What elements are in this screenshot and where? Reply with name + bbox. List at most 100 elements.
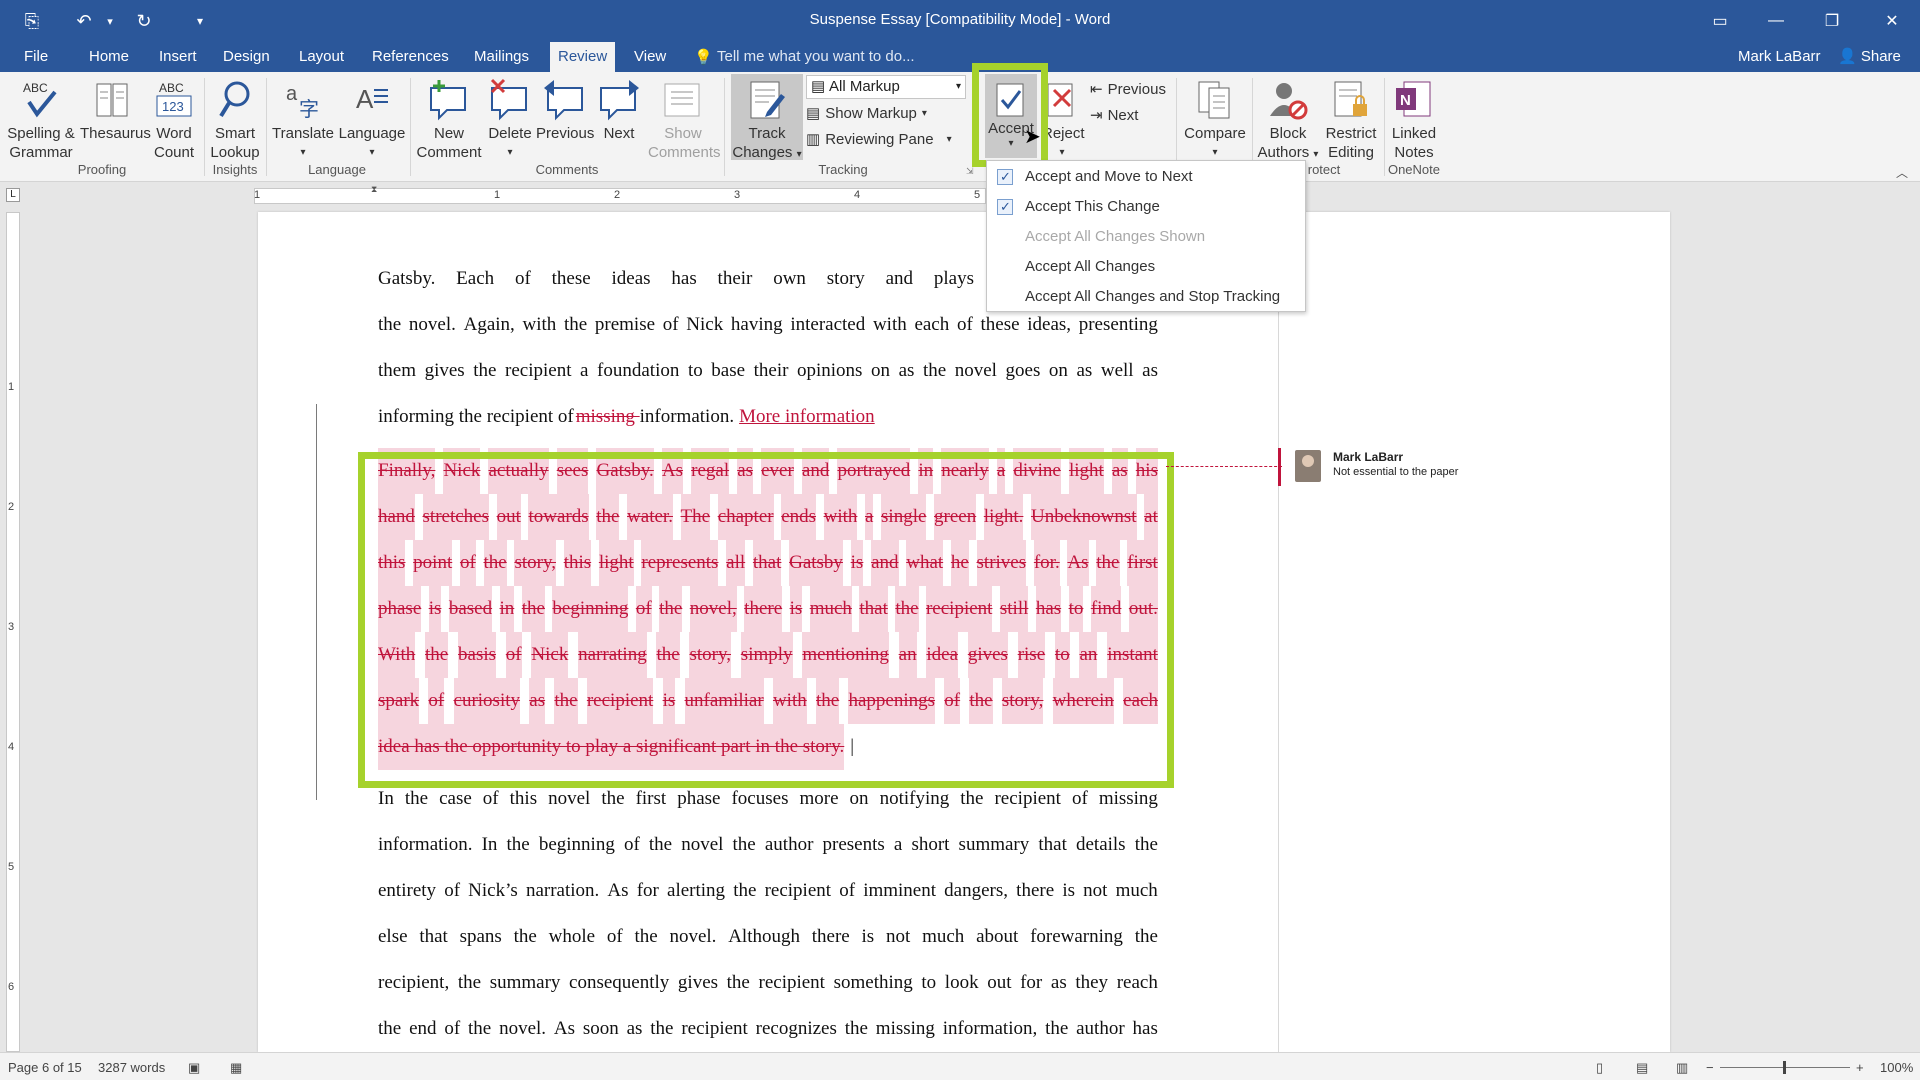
word: with	[872, 314, 907, 335]
word-count-label-2: Count	[153, 144, 195, 161]
proofing-status-icon[interactable]: ▣	[188, 1060, 200, 1076]
word: something	[833, 972, 913, 993]
menu-item-accept-all-and-stop-tracking[interactable]: Accept All Changes and Stop Tracking	[987, 282, 1305, 312]
close-button[interactable]: ✕	[1864, 0, 1920, 42]
tab-selector-icon[interactable]: L	[6, 188, 20, 202]
language-button[interactable]: A Language ▾	[338, 76, 406, 162]
thesaurus-button[interactable]: Thesaurus	[80, 76, 151, 143]
delete-dropdown-icon: ▾	[507, 147, 513, 158]
word: on	[1048, 360, 1068, 381]
tracking-dialog-launcher-icon[interactable]: ⇲	[966, 166, 974, 177]
tab-home[interactable]: Home	[81, 42, 137, 72]
reviewing-pane-button[interactable]: ▥ Reviewing Pane ▾	[806, 128, 952, 152]
horizontal-ruler[interactable]: L 1 1 2 3 4 5 ⧗	[0, 182, 1920, 210]
group-separator	[410, 78, 411, 176]
comment-author: Mark LaBarr	[1333, 450, 1404, 464]
page-count[interactable]: Page 6 of 15	[8, 1060, 82, 1075]
word-count-button[interactable]: ABC 123 Word Count	[148, 76, 200, 162]
word: of	[444, 1018, 461, 1039]
zoom-slider-thumb[interactable]	[1783, 1061, 1786, 1074]
show-markup-icon: ▤	[806, 105, 821, 122]
tab-design[interactable]: Design	[215, 42, 278, 72]
indent-marker-icon[interactable]: ⧗	[371, 184, 377, 195]
track-changes-button[interactable]: Track Changes ▾	[731, 76, 803, 164]
share-person-icon: 👤	[1838, 48, 1857, 65]
compare-label: Compare	[1184, 125, 1246, 142]
show-markup-button[interactable]: ▤ Show Markup ▾	[806, 102, 927, 126]
comment-balloon[interactable]: Mark LaBarr Not essential to the paper	[1278, 448, 1508, 486]
word: as	[1076, 360, 1093, 381]
menu-item-accept-all-changes[interactable]: Accept All Changes	[987, 252, 1305, 282]
word: on	[871, 360, 891, 381]
word: Nick	[686, 314, 724, 335]
compare-button[interactable]: Compare ▾	[1182, 76, 1248, 162]
tab-file[interactable]: File	[16, 42, 56, 72]
minimize-button[interactable]: —	[1748, 0, 1804, 42]
tab-layout[interactable]: Layout	[291, 42, 352, 72]
tab-view[interactable]: View	[626, 42, 674, 72]
word: the	[378, 1018, 402, 1039]
reject-button[interactable]: Reject ▾	[1042, 76, 1085, 162]
show-comments-button[interactable]: Show Comments	[648, 76, 721, 162]
word: a	[580, 360, 589, 381]
block-authors-icon	[1256, 76, 1320, 124]
tab-insert[interactable]: Insert	[151, 42, 205, 72]
word: for	[1020, 972, 1043, 993]
collapse-ribbon-icon[interactable]: ︿	[1896, 164, 1908, 181]
comment-connector	[1166, 466, 1282, 467]
word: end	[409, 1018, 437, 1039]
word: premise	[594, 314, 656, 335]
previous-comment-button[interactable]: Previous	[536, 76, 594, 143]
zoom-out-icon[interactable]: −	[1706, 1060, 1714, 1075]
share-button[interactable]: 👤 Share	[1830, 42, 1909, 72]
menu-item-accept-this-change[interactable]: Accept This Change	[987, 192, 1305, 222]
restore-button[interactable]: ❐	[1804, 0, 1860, 42]
markup-display-select[interactable]: ▤ All Markup ▾	[806, 75, 966, 99]
tab-references[interactable]: References	[364, 42, 457, 72]
ribbon-display-options-icon[interactable]: ▭	[1692, 0, 1748, 42]
word: the	[732, 834, 756, 855]
linked-notes-button[interactable]: N Linked Notes	[1386, 76, 1442, 162]
next-change-button[interactable]: ⇥ Next	[1090, 104, 1138, 128]
word: for	[636, 880, 659, 901]
menu-item-accept-and-move-to-next[interactable]: Accept and Move to Next	[987, 162, 1305, 192]
read-mode-icon[interactable]: ▯	[1596, 1060, 1603, 1076]
reject-label: Reject	[1042, 125, 1085, 142]
word: plays	[933, 268, 974, 289]
onenote-icon: N	[1386, 76, 1442, 124]
tab-review[interactable]: Review	[550, 42, 616, 72]
tab-mailings[interactable]: Mailings	[466, 42, 537, 72]
block-authors-button[interactable]: Block Authors ▾	[1256, 76, 1320, 164]
more-information-link[interactable]: More information	[739, 394, 875, 440]
spelling-grammar-button[interactable]: ABC Spelling & Grammar	[4, 76, 78, 162]
word: opinions	[797, 360, 863, 381]
word: there	[1016, 880, 1055, 901]
mouse-cursor-icon: ➤	[1024, 126, 1041, 148]
next-change-label: Next	[1107, 107, 1139, 124]
word: they	[1075, 972, 1109, 993]
zoom-in-icon[interactable]: +	[1856, 1060, 1864, 1075]
translate-label: Translate	[272, 125, 334, 142]
translate-button[interactable]: a字 Translate ▾	[268, 76, 338, 162]
web-layout-icon[interactable]: ▥	[1676, 1060, 1688, 1076]
user-name[interactable]: Mark LaBarr	[1738, 42, 1821, 72]
macro-record-icon[interactable]: ▦	[230, 1060, 242, 1076]
reviewing-pane-dropdown-icon: ▾	[946, 134, 952, 145]
zoom-level[interactable]: 100%	[1880, 1060, 1913, 1075]
word: well	[1100, 360, 1134, 381]
previous-change-button[interactable]: ⇤ Previous	[1090, 78, 1166, 102]
comment-text: Not essential to the paper	[1333, 466, 1459, 478]
delete-comment-button[interactable]: Delete ▾	[484, 76, 536, 162]
restrict-editing-button[interactable]: Restrict Editing	[1322, 76, 1380, 162]
smart-lookup-button[interactable]: Smart Lookup	[206, 76, 264, 162]
word-count[interactable]: 3287 words	[98, 1060, 165, 1075]
new-comment-button[interactable]: New Comment	[414, 76, 484, 162]
print-layout-icon[interactable]: ▤	[1636, 1060, 1648, 1076]
tell-me-search[interactable]: Tell me what you want to do...	[717, 42, 915, 72]
word: information,	[942, 1018, 1038, 1039]
word: has	[671, 268, 697, 289]
group-label-protect: rotect	[1307, 162, 1341, 177]
ruler-number: 3	[8, 621, 15, 633]
next-comment-button[interactable]: Next	[592, 76, 646, 143]
word: Again,	[463, 314, 515, 335]
